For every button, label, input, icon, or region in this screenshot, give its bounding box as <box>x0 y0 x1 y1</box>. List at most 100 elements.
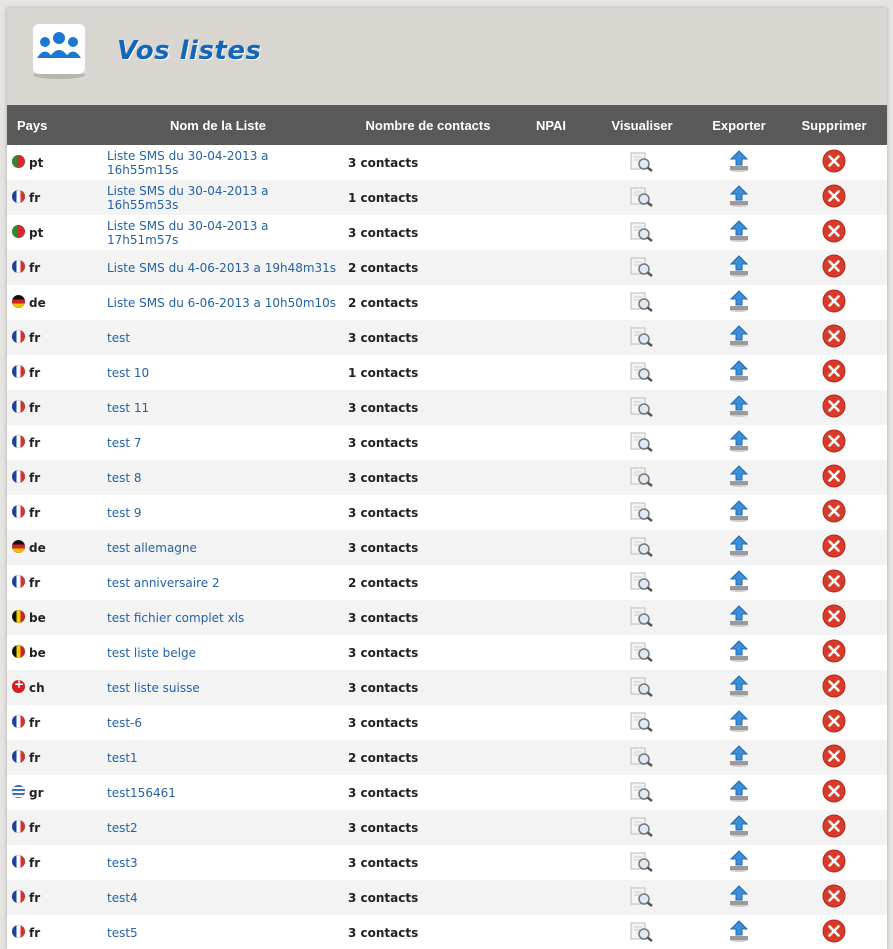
list-name-link[interactable]: test 9 <box>107 506 142 520</box>
magnifier-icon[interactable] <box>629 219 655 246</box>
delete-icon[interactable] <box>822 324 846 351</box>
upload-arrow-icon[interactable] <box>727 779 751 806</box>
delete-icon[interactable] <box>822 359 846 386</box>
column-header-contacts[interactable]: Nombre de contacts <box>341 105 515 145</box>
magnifier-icon[interactable] <box>629 604 655 631</box>
upload-arrow-icon[interactable] <box>727 604 751 631</box>
magnifier-icon[interactable] <box>629 814 655 841</box>
delete-icon[interactable] <box>822 184 846 211</box>
view-cell <box>587 250 697 285</box>
delete-icon[interactable] <box>822 429 846 456</box>
upload-arrow-icon[interactable] <box>727 534 751 561</box>
list-name-link[interactable]: test 7 <box>107 436 142 450</box>
column-header-list-name[interactable]: Nom de la Liste <box>95 105 341 145</box>
upload-arrow-icon[interactable] <box>727 709 751 736</box>
magnifier-icon[interactable] <box>629 394 655 421</box>
magnifier-icon[interactable] <box>629 464 655 491</box>
column-header-npai[interactable]: NPAI <box>515 105 587 145</box>
delete-icon[interactable] <box>822 394 846 421</box>
delete-icon[interactable] <box>822 919 846 946</box>
magnifier-icon[interactable] <box>629 744 655 771</box>
upload-arrow-icon[interactable] <box>727 674 751 701</box>
upload-arrow-icon[interactable] <box>727 849 751 876</box>
delete-cell <box>781 285 887 320</box>
magnifier-icon[interactable] <box>629 184 655 211</box>
upload-arrow-icon[interactable] <box>727 359 751 386</box>
delete-icon[interactable] <box>822 639 846 666</box>
list-name-link[interactable]: test liste belge <box>107 646 196 660</box>
magnifier-icon[interactable] <box>629 534 655 561</box>
delete-icon[interactable] <box>822 499 846 526</box>
list-name-link[interactable]: test 11 <box>107 401 149 415</box>
country-code: fr <box>29 891 41 905</box>
upload-arrow-icon[interactable] <box>727 884 751 911</box>
list-name-link[interactable]: Liste SMS du 30-04-2013 a 16h55m15s <box>107 149 269 177</box>
delete-icon[interactable] <box>822 674 846 701</box>
upload-arrow-icon[interactable] <box>727 289 751 316</box>
delete-icon[interactable] <box>822 814 846 841</box>
list-name-link[interactable]: test4 <box>107 891 138 905</box>
delete-icon[interactable] <box>822 709 846 736</box>
delete-icon[interactable] <box>822 744 846 771</box>
upload-arrow-icon[interactable] <box>727 569 751 596</box>
delete-icon[interactable] <box>822 219 846 246</box>
upload-arrow-icon[interactable] <box>727 639 751 666</box>
list-name-link[interactable]: test3 <box>107 856 138 870</box>
list-name-link[interactable]: test 10 <box>107 366 149 380</box>
magnifier-icon[interactable] <box>629 149 655 176</box>
magnifier-icon[interactable] <box>629 849 655 876</box>
magnifier-icon[interactable] <box>629 569 655 596</box>
delete-icon[interactable] <box>822 884 846 911</box>
column-header-country[interactable]: Pays <box>7 105 95 145</box>
delete-icon[interactable] <box>822 849 846 876</box>
magnifier-icon[interactable] <box>629 289 655 316</box>
upload-arrow-icon[interactable] <box>727 919 751 946</box>
magnifier-icon[interactable] <box>629 919 655 946</box>
magnifier-icon[interactable] <box>629 639 655 666</box>
upload-arrow-icon[interactable] <box>727 394 751 421</box>
magnifier-icon[interactable] <box>629 779 655 806</box>
upload-arrow-icon[interactable] <box>727 814 751 841</box>
delete-icon[interactable] <box>822 289 846 316</box>
upload-arrow-icon[interactable] <box>727 324 751 351</box>
delete-icon[interactable] <box>822 604 846 631</box>
list-name-link[interactable]: test <box>107 331 130 345</box>
list-name-cell: test 7 <box>95 425 341 460</box>
list-name-link[interactable]: Liste SMS du 4-06-2013 a 19h48m31s <box>107 261 336 275</box>
upload-arrow-icon[interactable] <box>727 149 751 176</box>
list-name-link[interactable]: test allemagne <box>107 541 197 555</box>
magnifier-icon[interactable] <box>629 499 655 526</box>
list-name-link[interactable]: test1 <box>107 751 138 765</box>
magnifier-icon[interactable] <box>629 884 655 911</box>
list-name-link[interactable]: test fichier complet xls <box>107 611 244 625</box>
magnifier-icon[interactable] <box>629 254 655 281</box>
magnifier-icon[interactable] <box>629 359 655 386</box>
magnifier-icon[interactable] <box>629 429 655 456</box>
list-name-link[interactable]: test liste suisse <box>107 681 200 695</box>
list-name-link[interactable]: test5 <box>107 926 138 940</box>
delete-icon[interactable] <box>822 254 846 281</box>
delete-icon[interactable] <box>822 534 846 561</box>
upload-arrow-icon[interactable] <box>727 254 751 281</box>
magnifier-icon[interactable] <box>629 324 655 351</box>
list-name-link[interactable]: test-6 <box>107 716 142 730</box>
list-name-link[interactable]: Liste SMS du 30-04-2013 a 17h51m57s <box>107 219 269 247</box>
magnifier-icon[interactable] <box>629 674 655 701</box>
upload-arrow-icon[interactable] <box>727 499 751 526</box>
list-name-link[interactable]: test2 <box>107 821 138 835</box>
list-name-link[interactable]: Liste SMS du 30-04-2013 a 16h55m53s <box>107 184 269 212</box>
list-name-link[interactable]: test anniversaire 2 <box>107 576 220 590</box>
delete-icon[interactable] <box>822 149 846 176</box>
magnifier-icon[interactable] <box>629 709 655 736</box>
delete-icon[interactable] <box>822 569 846 596</box>
list-name-link[interactable]: Liste SMS du 6-06-2013 a 10h50m10s <box>107 296 336 310</box>
upload-arrow-icon[interactable] <box>727 464 751 491</box>
upload-arrow-icon[interactable] <box>727 219 751 246</box>
list-name-link[interactable]: test 8 <box>107 471 142 485</box>
delete-icon[interactable] <box>822 779 846 806</box>
upload-arrow-icon[interactable] <box>727 429 751 456</box>
upload-arrow-icon[interactable] <box>727 184 751 211</box>
list-name-link[interactable]: test156461 <box>107 786 176 800</box>
upload-arrow-icon[interactable] <box>727 744 751 771</box>
delete-icon[interactable] <box>822 464 846 491</box>
